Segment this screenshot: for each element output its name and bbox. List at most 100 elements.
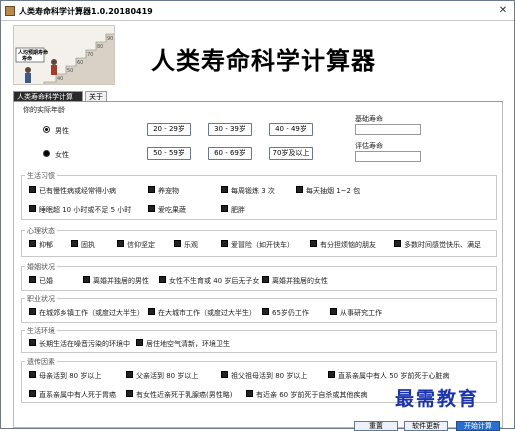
svg-text:寿命: 寿命 xyxy=(21,55,33,62)
checkbox-label: 母亲活到 80 岁以上 xyxy=(39,372,102,380)
group-legend: 婚姻状况 xyxy=(25,262,57,272)
svg-text:40: 40 xyxy=(57,76,63,82)
base-life-field[interactable] xyxy=(355,124,421,135)
checkbox[interactable] xyxy=(328,371,335,378)
eval-life-label: 评估寿命 xyxy=(355,142,383,150)
checkbox[interactable] xyxy=(221,205,228,212)
checkbox-label: 已有慢性病或经常得小病 xyxy=(39,187,116,195)
checkbox-label: 每天抽烟 1~2 包 xyxy=(306,187,361,195)
checkbox[interactable] xyxy=(29,339,36,346)
checkbox-label: 父亲活到 80 岁以上 xyxy=(136,372,199,380)
age-60-69-button[interactable]: 60 - 69岁 xyxy=(208,147,252,160)
eval-life-field[interactable] xyxy=(355,151,421,162)
checkbox[interactable] xyxy=(29,276,36,283)
checkbox-label: 居住地空气清新，环境卫生 xyxy=(146,340,230,348)
checkbox-label: 肥胖 xyxy=(231,206,245,214)
checkbox[interactable] xyxy=(117,240,124,247)
checkbox[interactable] xyxy=(29,371,36,378)
checkbox-label: 有女性近亲死于乳腺癌(男性略) xyxy=(136,391,233,399)
checkbox-label: 在大城市工作（或度过大半生） xyxy=(158,309,256,317)
age-40-49-button[interactable]: 40 - 49岁 xyxy=(269,123,313,136)
female-radio[interactable] xyxy=(43,150,50,157)
male-radio[interactable] xyxy=(43,126,50,133)
age-50-59-button[interactable]: 50 - 59岁 xyxy=(147,147,191,160)
svg-text:50: 50 xyxy=(67,68,73,74)
age-30-39-button[interactable]: 30 - 39岁 xyxy=(208,123,252,136)
checkbox[interactable] xyxy=(310,240,317,247)
checkbox[interactable] xyxy=(136,339,143,346)
female-label: 女性 xyxy=(55,151,69,159)
app-heading: 人类寿命科学计算器 xyxy=(151,47,376,75)
checkbox[interactable] xyxy=(29,240,36,247)
checkbox[interactable] xyxy=(29,390,36,397)
group-legend: 心理状态 xyxy=(25,226,57,236)
checkbox[interactable] xyxy=(394,240,401,247)
checkbox-label: 女性不生育或 40 岁后无子女 xyxy=(169,277,260,285)
checkbox-label: 直系亲属中有人死于胃癌 xyxy=(39,391,116,399)
checkbox-label: 乐观 xyxy=(184,241,198,249)
update-button[interactable]: 软件更新 xyxy=(404,421,448,431)
svg-text:70: 70 xyxy=(87,52,93,58)
checkbox[interactable] xyxy=(126,371,133,378)
checkbox-label: 养宠物 xyxy=(158,187,179,195)
checkbox-label: 长期生活在噪音污染的环境中 xyxy=(39,340,130,348)
checkbox[interactable] xyxy=(71,240,78,247)
group-legend: 生活习惯 xyxy=(25,171,57,181)
calculate-button[interactable]: 开始计算 xyxy=(456,421,500,431)
checkbox[interactable] xyxy=(330,308,337,315)
checkbox[interactable] xyxy=(262,276,269,283)
checkbox[interactable] xyxy=(29,308,36,315)
checkbox-label: 祖父祖母活到 80 岁以上 xyxy=(231,372,308,380)
checkbox-label: 多数时间感觉快乐、满足 xyxy=(404,241,481,249)
checkbox-label: 每周锻炼 3 次 xyxy=(231,187,275,195)
checkbox[interactable] xyxy=(221,240,228,247)
age-20-29-button[interactable]: 20 - 29岁 xyxy=(147,123,191,136)
checkbox-label: 已婚 xyxy=(39,277,53,285)
checkbox[interactable] xyxy=(126,390,133,397)
close-icon[interactable]: ✕ xyxy=(496,4,510,17)
app-window: 人类寿命科学计算器1.0.20180419 ✕ 90 80 70 60 50 4… xyxy=(0,0,515,431)
male-label: 男性 xyxy=(55,127,69,135)
checkbox-label: 离婚并独居的女性 xyxy=(272,277,328,285)
checkbox-label: 直系亲属中有人 50 岁前死于心脏病 xyxy=(338,372,450,380)
checkbox-label: 离婚并独居的男性 xyxy=(93,277,149,285)
checkbox[interactable] xyxy=(221,186,228,193)
checkbox-label: 从事研究工作 xyxy=(340,309,382,317)
checkbox[interactable] xyxy=(83,276,90,283)
checkbox-label: 睡眠超 10 小时或不足 5 小时 xyxy=(39,206,132,214)
group-legend: 生活环境 xyxy=(25,326,57,336)
banner-illustration: 90 80 70 60 50 40 人均预期寿命 寿命 xyxy=(13,25,115,85)
svg-text:90: 90 xyxy=(107,36,113,42)
reset-button[interactable]: 重置 xyxy=(354,421,398,431)
checkbox[interactable] xyxy=(174,240,181,247)
checkbox-label: 爱吃果蔬 xyxy=(158,206,186,214)
checkbox[interactable] xyxy=(148,308,155,315)
svg-text:60: 60 xyxy=(77,60,83,66)
checkbox[interactable] xyxy=(221,371,228,378)
title-bar: 人类寿命科学计算器1.0.20180419 ✕ xyxy=(1,1,514,21)
checkbox[interactable] xyxy=(29,205,36,212)
checkbox[interactable] xyxy=(159,276,166,283)
window-title: 人类寿命科学计算器1.0.20180419 xyxy=(19,7,153,16)
checkbox-label: 有分担烦恼的朋友 xyxy=(320,241,376,249)
group-legend: 遗传因素 xyxy=(25,357,57,367)
watermark: 最需教育 xyxy=(395,388,480,410)
checkbox-label: 信仰坚定 xyxy=(127,241,155,249)
checkbox[interactable] xyxy=(148,186,155,193)
group-legend: 职业状况 xyxy=(25,294,57,304)
checkbox-label: 抑郁 xyxy=(39,241,53,249)
checkbox[interactable] xyxy=(246,390,253,397)
checkbox-label: 爱冒险（如开快车） xyxy=(231,241,294,249)
age-section-label: 你的实际年龄 xyxy=(23,106,65,114)
checkbox[interactable] xyxy=(262,308,269,315)
checkbox-label: 65岁仍工作 xyxy=(272,309,309,317)
checkbox-label: 在城郊乡镇工作（或度过大半生） xyxy=(39,309,144,317)
age-70-plus-button[interactable]: 70岁及以上 xyxy=(269,147,313,160)
base-life-label: 基础寿命 xyxy=(355,115,383,123)
banner-text: 人均预期寿命 xyxy=(17,49,49,56)
checkbox[interactable] xyxy=(296,186,303,193)
checkbox-label: 固执 xyxy=(81,241,95,249)
checkbox[interactable] xyxy=(148,205,155,212)
svg-text:80: 80 xyxy=(97,44,103,50)
checkbox[interactable] xyxy=(29,186,36,193)
